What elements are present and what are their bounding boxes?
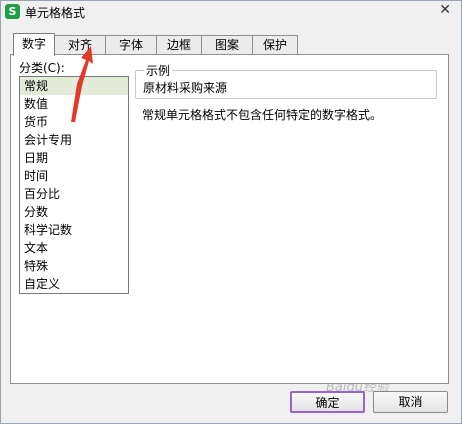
category-item-scientific[interactable]: 科学记数 <box>20 221 128 239</box>
red-arrow-annotation <box>71 46 93 122</box>
category-label: 分类(C): <box>19 61 65 75</box>
dialog-title: 单元格格式 <box>25 6 86 20</box>
sample-value: 原材料采购来源 <box>143 81 228 95</box>
sample-legend: 示例 <box>144 62 173 79</box>
tab-font[interactable]: 字体 <box>105 35 157 54</box>
category-item-accounting[interactable]: 会计专用 <box>20 131 128 149</box>
category-item-time[interactable]: 时间 <box>20 167 128 185</box>
tab-number[interactable]: 数字 <box>13 33 55 56</box>
category-item-percentage[interactable]: 百分比 <box>20 185 128 203</box>
tab-protection[interactable]: 保护 <box>252 35 298 54</box>
category-item-date[interactable]: 日期 <box>20 149 128 167</box>
category-item-special[interactable]: 特殊 <box>20 257 128 275</box>
app-icon: S <box>5 4 20 19</box>
category-item-fraction[interactable]: 分数 <box>20 203 128 221</box>
sample-group: 示例 原材料采购来源 <box>135 62 437 99</box>
close-icon[interactable]: ✕ <box>439 1 451 19</box>
category-item-text[interactable]: 文本 <box>20 239 128 257</box>
tab-border[interactable]: 边框 <box>156 35 202 54</box>
title-bar: S 单元格格式 ✕ <box>1 1 461 23</box>
tab-pattern[interactable]: 图案 <box>201 35 253 54</box>
format-description: 常规单元格格式不包含任何特定的数字格式。 <box>142 108 383 122</box>
arrow-shape <box>71 46 93 122</box>
category-item-custom[interactable]: 自定义 <box>20 275 128 293</box>
